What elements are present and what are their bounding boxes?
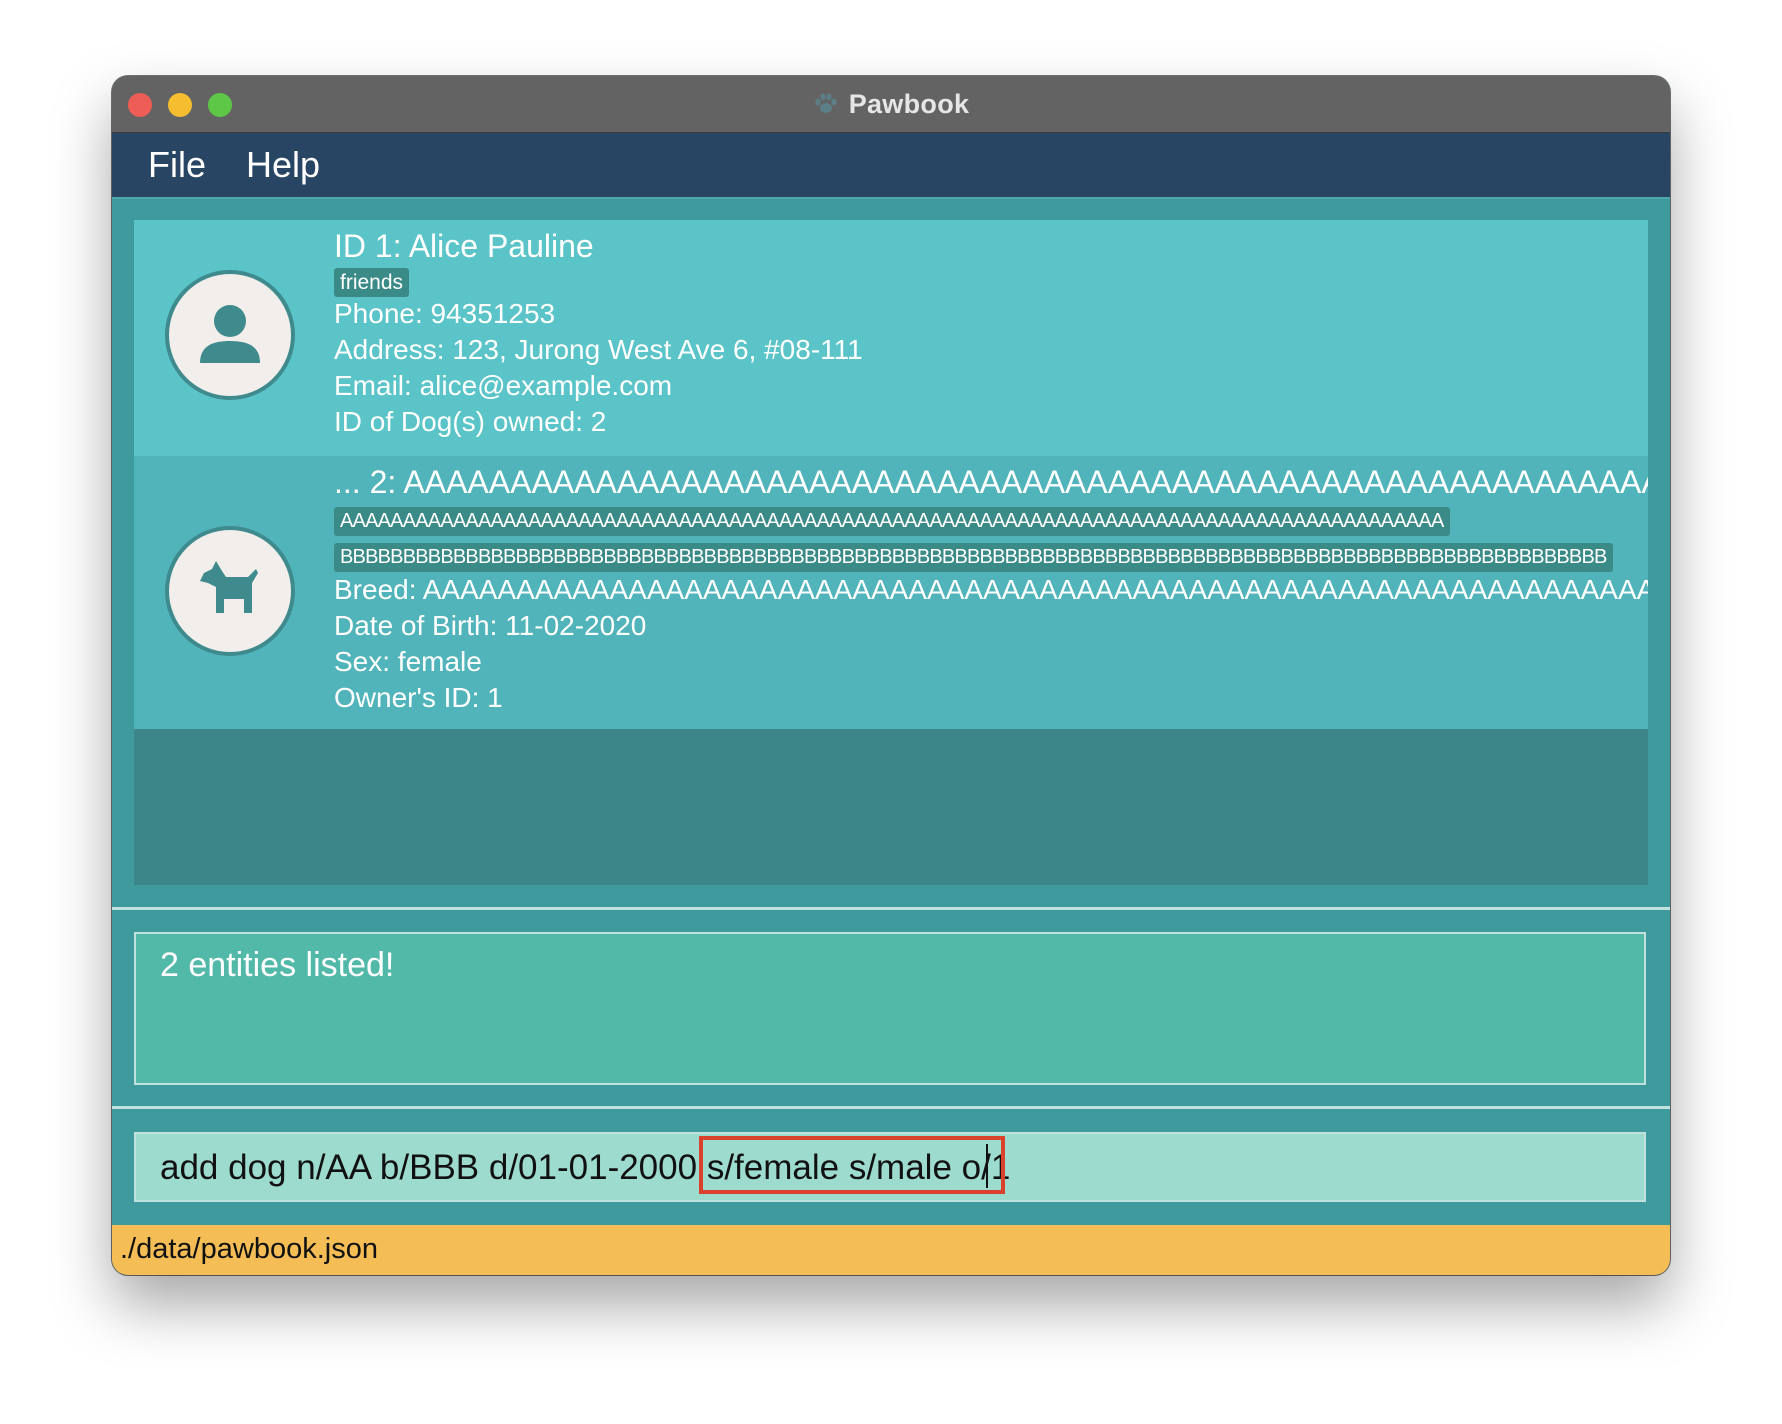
- owner-dogs: ID of Dog(s) owned: 2: [334, 406, 607, 437]
- dog-details: ... 2: AAAAAAAAAAAAAAAAAAAAAAAAAAAAAAAAA…: [334, 464, 1648, 716]
- menu-help[interactable]: Help: [246, 144, 320, 186]
- app-window: Pawbook File Help ID 1: Alice Pauline fr…: [112, 76, 1670, 1275]
- menu-file[interactable]: File: [148, 144, 206, 186]
- owner-tag: friends: [334, 268, 410, 297]
- person-icon: [165, 270, 295, 400]
- divider: [112, 1106, 1670, 1109]
- dog-dob: Date of Birth: 11-02-2020: [334, 610, 647, 641]
- entity-list[interactable]: ID 1: Alice Pauline friends Phone: 94351…: [134, 220, 1648, 885]
- save-location: ./data/pawbook.json: [120, 1233, 378, 1265]
- dog-name: ... 2: AAAAAAAAAAAAAAAAAAAAAAAAAAAAAAAAA…: [334, 464, 1648, 500]
- divider: [112, 907, 1670, 910]
- result-display: 2 entities listed!: [134, 932, 1646, 1085]
- owner-details: ID 1: Alice Pauline friends Phone: 94351…: [334, 228, 863, 440]
- text-caret: [986, 1144, 988, 1188]
- highlight-box: [699, 1136, 1005, 1194]
- menu-bar: File Help: [112, 133, 1670, 199]
- result-text: 2 entities listed!: [160, 946, 395, 984]
- dog-tag-1: AAAAAAAAAAAAAAAAAAAAAAAAAAAAAAAAAAAAAAAA…: [334, 507, 1450, 536]
- dog-owner: Owner's ID: 1: [334, 682, 503, 713]
- list-item-dog[interactable]: ... 2: AAAAAAAAAAAAAAAAAAAAAAAAAAAAAAAAA…: [134, 456, 1648, 729]
- dog-tag-2: BBBBBBBBBBBBBBBBBBBBBBBBBBBBBBBBBBBBBBBB…: [334, 543, 1613, 572]
- owner-name: ID 1: Alice Pauline: [334, 228, 594, 264]
- dog-breed: Breed: AAAAAAAAAAAAAAAAAAAAAAAAAAAAAAAAA…: [334, 574, 1648, 605]
- owner-email: Email: alice@example.com: [334, 370, 673, 401]
- dog-sex: Sex: female: [334, 646, 482, 677]
- status-bar: ./data/pawbook.json: [112, 1225, 1670, 1275]
- dog-icon: [165, 526, 295, 656]
- owner-address: Address: 123, Jurong West Ave 6, #08-111: [334, 334, 863, 365]
- title-wrap: Pawbook: [112, 76, 1670, 132]
- window-title: Pawbook: [848, 88, 970, 119]
- owner-phone: Phone: 94351253: [334, 298, 556, 329]
- list-item-owner[interactable]: ID 1: Alice Pauline friends Phone: 94351…: [134, 220, 1648, 456]
- command-prefix: add dog n/AA b/BBB d/01-01-2000: [160, 1148, 698, 1187]
- command-input[interactable]: add dog n/AA b/BBB d/01-01-2000 s/female…: [134, 1132, 1646, 1202]
- title-bar: Pawbook: [112, 76, 1670, 133]
- paw-icon: [813, 91, 839, 117]
